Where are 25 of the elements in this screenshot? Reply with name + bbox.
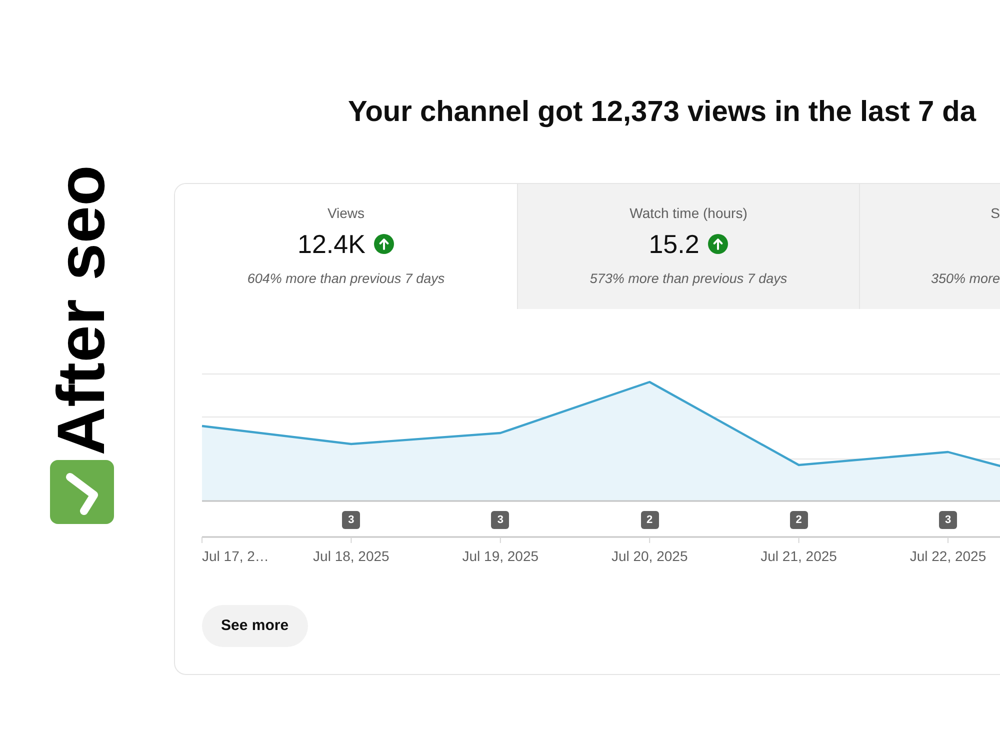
date-label: Jul 20, 2025 xyxy=(611,547,688,565)
metric-tab[interactable]: Watch time (hours) 15.2 573% more than previous 7 days xyxy=(517,184,859,309)
date-label: Jul 17, 2… xyxy=(202,547,269,565)
metric-label: Watch time (hours) xyxy=(630,204,748,222)
date-label: Jul 22, 2025 xyxy=(910,547,986,565)
date-label: Jul 19, 2025 xyxy=(462,547,539,565)
page-headline: Your channel got 12,373 views in the last 7 da xyxy=(348,95,976,130)
see-more-button[interactable]: See more xyxy=(202,605,308,647)
comparison-text: 350% more xyxy=(930,271,1000,287)
comparison-text: 573% more than previous 7 days xyxy=(590,271,788,287)
metric-value: 15.2 xyxy=(648,228,700,260)
comparison-text: 604% more than previous 7 days xyxy=(247,271,445,287)
count-badge[interactable]: 3 xyxy=(939,511,957,529)
count-badge[interactable]: 3 xyxy=(491,511,510,529)
date-label: Jul 21, 2025 xyxy=(760,547,837,565)
metric-label: S xyxy=(990,204,1000,222)
vertical-label: After seo xyxy=(53,165,111,456)
count-badge[interactable]: 3 xyxy=(342,511,360,529)
chevron-logo-icon xyxy=(50,460,114,524)
date-label: Jul 18, 2025 xyxy=(313,547,390,565)
metric-tab[interactable]: S 350% more xyxy=(859,184,1000,309)
metric-label: Views xyxy=(327,204,365,222)
metric-value: 12.4K xyxy=(298,228,366,260)
count-badge[interactable]: 2 xyxy=(640,511,659,529)
count-badge[interactable]: 2 xyxy=(790,511,808,529)
